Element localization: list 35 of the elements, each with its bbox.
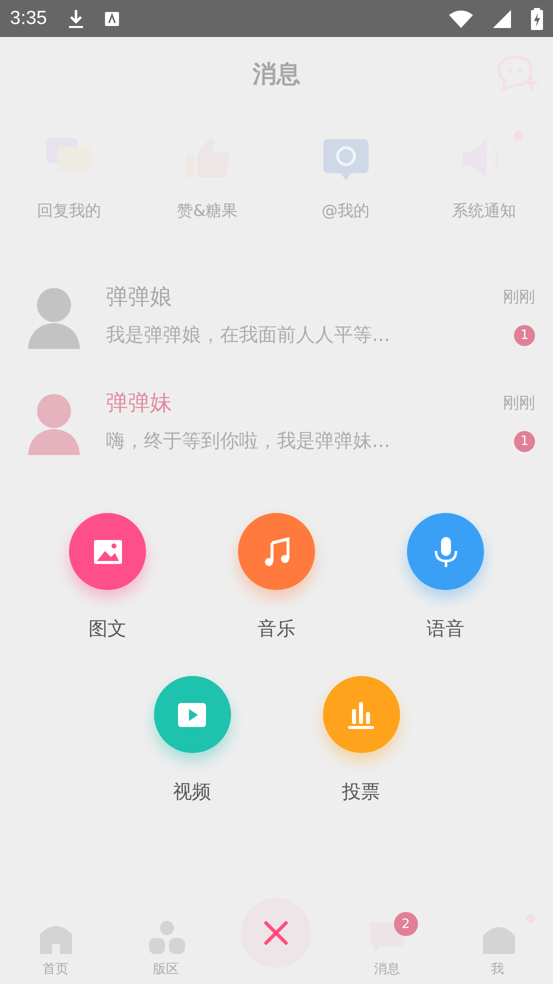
download-icon	[66, 8, 85, 28]
nav-badge: 2	[394, 912, 418, 936]
unread-badge: 1	[514, 430, 535, 452]
message-preview: 我是弹弹娘，在我面前人人平等...	[106, 323, 390, 348]
status-time: 3:35	[10, 8, 47, 30]
message-time: 刚刚	[503, 392, 535, 414]
nav-label[interactable]: 版区	[152, 960, 179, 978]
publish-button[interactable]	[154, 676, 230, 753]
message-preview: 嗨，终于等到你啦，我是弹弹妹...	[106, 429, 390, 454]
category-label[interactable]: 回复我的	[37, 201, 102, 222]
keyboard-icon	[104, 12, 119, 26]
publish-label[interactable]: 投票	[342, 779, 380, 805]
publish-label[interactable]: 图文	[88, 616, 126, 642]
unread-badge: 1	[514, 324, 535, 346]
category-label[interactable]: @我的	[322, 201, 370, 222]
publish-button[interactable]	[238, 513, 315, 590]
contact-name[interactable]: 弹弹娘	[106, 282, 172, 312]
message-time: 刚刚	[503, 286, 535, 308]
publish-button[interactable]	[322, 676, 400, 753]
publish-label[interactable]: 视频	[173, 779, 211, 805]
nav-label[interactable]: 消息	[374, 960, 400, 978]
contact-name[interactable]: 弹弹妹	[106, 388, 172, 418]
publish-label[interactable]: 音乐	[258, 616, 296, 642]
nav-label[interactable]: 我	[491, 960, 504, 978]
publish-label[interactable]: 语音	[426, 616, 464, 642]
category-label[interactable]: 系统通知	[452, 201, 516, 222]
category-label[interactable]: 赞&糖果	[177, 201, 238, 222]
nav-label[interactable]: 首页	[42, 960, 68, 978]
page-title: 消息	[252, 59, 300, 90]
wifi-icon	[449, 10, 473, 28]
signal-icon	[493, 10, 511, 28]
close-icon	[263, 920, 290, 946]
battery-icon	[531, 8, 543, 30]
nav-icon[interactable]	[146, 920, 185, 956]
publish-button[interactable]	[407, 513, 484, 590]
